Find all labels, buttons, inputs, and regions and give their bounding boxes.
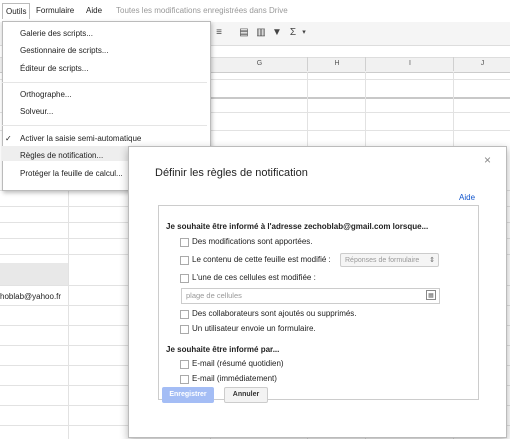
menu-item-autocomplete[interactable]: Activer la saisie semi-automatique bbox=[20, 133, 141, 145]
checkbox-collaborators[interactable] bbox=[180, 310, 189, 319]
section-heading-when: Je souhaite être informé à l'adresse zec… bbox=[166, 222, 429, 231]
cancel-button[interactable]: Annuler bbox=[224, 387, 268, 403]
checkbox-email-daily[interactable] bbox=[180, 360, 189, 369]
save-button[interactable]: Enregistrer bbox=[162, 387, 214, 403]
menu-item-script-editor[interactable]: Éditeur de scripts... bbox=[20, 63, 88, 75]
menu-separator bbox=[2, 82, 207, 83]
menu-aide[interactable]: Aide bbox=[83, 3, 105, 18]
highlighted-cell bbox=[0, 263, 68, 285]
column-header-h[interactable]: H bbox=[307, 57, 366, 71]
chevron-down-icon[interactable]: ▾ bbox=[298, 27, 310, 39]
column-header-i[interactable]: I bbox=[365, 57, 454, 71]
cell-email[interactable]: hoblab@yahoo.fr bbox=[0, 292, 61, 301]
notification-rules-dialog: Définir les règles de notification × Aid… bbox=[128, 146, 507, 438]
menu-item-script-manager[interactable]: Gestionnaire de scripts... bbox=[20, 45, 108, 57]
filter-icon[interactable]: ▼ bbox=[271, 27, 283, 39]
checkmark-icon: ✓ bbox=[5, 134, 12, 143]
menu-item-protect-sheet[interactable]: Protéger la feuille de calcul... bbox=[20, 168, 123, 180]
insert-chart-icon[interactable]: ▥ bbox=[255, 27, 267, 39]
column-header-j[interactable]: J bbox=[453, 57, 510, 71]
menu-outils[interactable]: Outils bbox=[2, 3, 31, 19]
menu-item-notification-rules[interactable]: Règles de notification... bbox=[20, 150, 103, 162]
sheet-select-value: Réponses de formulaire bbox=[345, 257, 420, 264]
close-icon[interactable]: × bbox=[484, 153, 491, 167]
option-form-label: Un utilisateur envoie un formulaire. bbox=[192, 324, 316, 333]
option-immediate-label: E-mail (immédiatement) bbox=[192, 374, 277, 383]
option-collaborators-label: Des collaborateurs sont ajoutés ou suppr… bbox=[192, 309, 357, 318]
checkbox-modifications[interactable] bbox=[180, 238, 189, 247]
column-header-g[interactable]: G bbox=[210, 57, 308, 71]
checkbox-email-immediate[interactable] bbox=[180, 375, 189, 384]
grid-select-icon[interactable]: ▦ bbox=[426, 290, 436, 300]
option-daily-label: E-mail (résumé quotidien) bbox=[192, 359, 284, 368]
cell-range-input[interactable]: plage de cellules bbox=[181, 288, 440, 304]
option-cells-label: L'une de ces cellules est modifiée : bbox=[192, 273, 316, 282]
menu-item-solver[interactable]: Solveur... bbox=[20, 106, 53, 118]
insert-comment-icon[interactable]: ▤ bbox=[238, 27, 250, 39]
menu-formulaire[interactable]: Formulaire bbox=[33, 3, 77, 18]
menu-item-script-gallery[interactable]: Galerie des scripts... bbox=[20, 28, 93, 40]
select-arrows-icon: ⇕ bbox=[429, 257, 435, 264]
checkbox-form-submit[interactable] bbox=[180, 325, 189, 334]
help-link[interactable]: Aide bbox=[459, 193, 475, 202]
sheet-select[interactable]: Réponses de formulaire ⇕ bbox=[340, 253, 439, 267]
section-heading-how: Je souhaite être informé par... bbox=[166, 345, 280, 354]
frozen-row-divider bbox=[210, 97, 510, 99]
checkbox-cells[interactable] bbox=[180, 274, 189, 283]
option-modifications-label: Des modifications sont apportées. bbox=[192, 237, 313, 246]
rules-panel: Je souhaite être informé à l'adresse zec… bbox=[158, 205, 479, 400]
checkbox-sheet-content[interactable] bbox=[180, 256, 189, 265]
menu-separator bbox=[2, 125, 207, 126]
menu-item-spelling[interactable]: Orthographe... bbox=[20, 89, 72, 101]
save-status: Toutes les modifications enregistrées da… bbox=[116, 6, 288, 15]
option-sheet-content-label: Le contenu de cette feuille est modifié … bbox=[192, 255, 331, 264]
wrap-text-icon[interactable]: ≡ bbox=[213, 27, 225, 39]
dialog-title: Définir les règles de notification bbox=[155, 167, 308, 179]
